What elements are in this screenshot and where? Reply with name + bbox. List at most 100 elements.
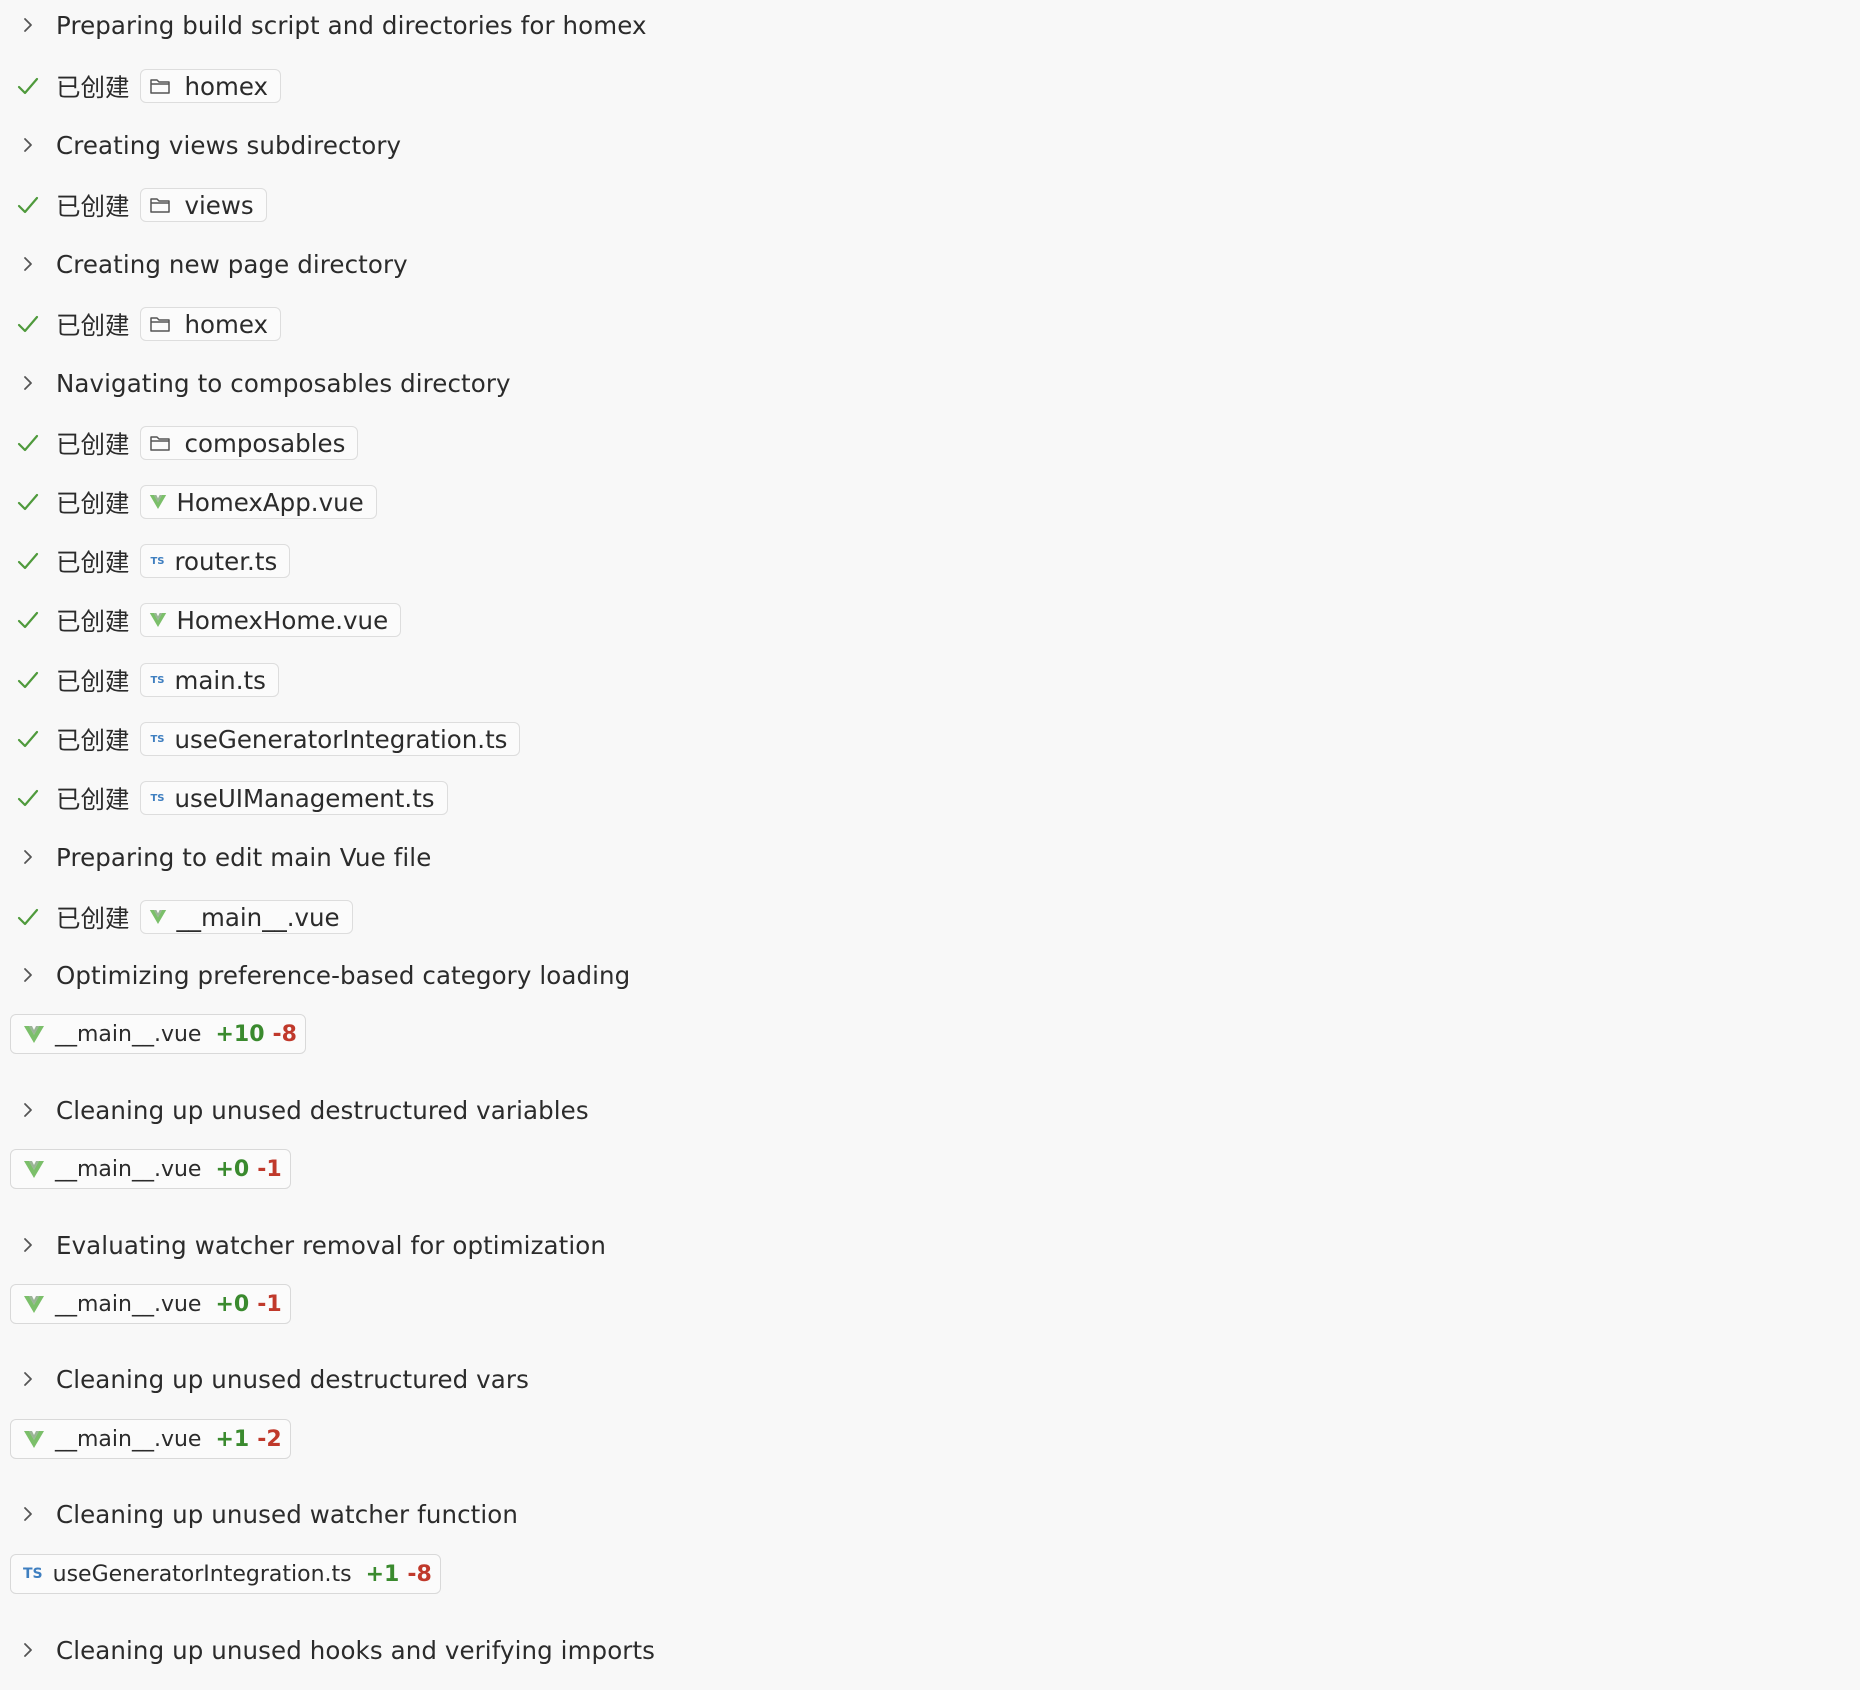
- step-row[interactable]: Navigating to composables directory: [0, 363, 511, 403]
- step-row[interactable]: Cleaning up unused destructured variable…: [0, 1090, 589, 1130]
- vue-file-icon: [149, 612, 167, 628]
- lines-removed: -8: [272, 1021, 297, 1047]
- created-label: 已创建: [56, 310, 130, 340]
- file-name: useGeneratorIntegration.ts: [174, 724, 508, 754]
- file-chip[interactable]: homex: [139, 307, 282, 341]
- chevron-right-icon[interactable]: [0, 955, 56, 995]
- folder-icon: [149, 314, 171, 334]
- file-name: homex: [184, 309, 269, 339]
- checkmark-icon: [0, 778, 56, 818]
- created-row: 已创建 homex: [0, 304, 282, 344]
- created-row: 已创建 composables: [0, 423, 359, 463]
- created-label: 已创建: [56, 488, 130, 518]
- vue-file-icon: [23, 1295, 45, 1314]
- step-label: Creating views subdirectory: [56, 130, 402, 160]
- file-chip[interactable]: composables: [139, 426, 359, 460]
- created-label: 已创建: [56, 903, 130, 933]
- lines-added: +10: [215, 1021, 265, 1047]
- lines-removed: -8: [407, 1561, 432, 1587]
- step-label: Cleaning up unused watcher function: [56, 1499, 519, 1529]
- vue-file-icon: [23, 1430, 45, 1449]
- created-row: 已创建 HomexApp.vue: [0, 482, 377, 522]
- created-label: 已创建: [56, 429, 130, 459]
- chevron-right-icon[interactable]: [0, 837, 56, 877]
- step-label: Preparing build script and directories f…: [56, 10, 647, 40]
- file-name: composables: [184, 428, 346, 458]
- created-row: 已创建 views: [0, 185, 267, 225]
- step-label: Cleaning up unused destructured variable…: [56, 1095, 589, 1125]
- file-chip[interactable]: HomexHome.vue: [139, 603, 402, 637]
- file-chip[interactable]: homex: [139, 69, 282, 103]
- lines-added: +0: [215, 1156, 250, 1182]
- lines-added: +1: [365, 1561, 400, 1587]
- created-label: 已创建: [56, 666, 130, 696]
- folder-icon: [149, 76, 171, 96]
- checkmark-icon: [0, 600, 56, 640]
- file-diff-chip[interactable]: TS useGeneratorIntegration.ts +1 -8: [10, 1554, 441, 1594]
- file-name: __main__.vue: [176, 902, 340, 932]
- file-diff-chip[interactable]: __main__.vue +0 -1: [10, 1284, 291, 1324]
- file-name: __main__.vue: [55, 1291, 202, 1317]
- step-row[interactable]: Creating views subdirectory: [0, 125, 401, 165]
- step-row[interactable]: Cleaning up unused watcher function: [0, 1494, 518, 1534]
- checkmark-icon: [0, 719, 56, 759]
- file-chip[interactable]: __main__.vue: [139, 900, 353, 934]
- file-chip[interactable]: TS router.ts: [139, 544, 291, 578]
- file-diff-chip[interactable]: __main__.vue +1 -2: [10, 1419, 291, 1459]
- chevron-right-icon[interactable]: [0, 244, 56, 284]
- edit-row: __main__.vue +10 -8: [10, 1013, 306, 1055]
- file-name: router.ts: [174, 546, 278, 576]
- file-chip[interactable]: TS useGeneratorIntegration.ts: [139, 722, 521, 756]
- chevron-right-icon[interactable]: [0, 363, 56, 403]
- file-name: HomexHome.vue: [176, 605, 389, 635]
- chevron-right-icon[interactable]: [0, 1359, 56, 1399]
- file-name: homex: [184, 71, 269, 101]
- agent-activity-feed: Preparing build script and directories f…: [0, 0, 1860, 1690]
- created-row: 已创建 TS main.ts: [0, 660, 279, 700]
- created-row: 已创建 TS router.ts: [0, 541, 291, 581]
- step-row[interactable]: Evaluating watcher removal for optimizat…: [0, 1225, 606, 1265]
- created-label: 已创建: [56, 72, 130, 102]
- chevron-right-icon[interactable]: [0, 125, 56, 165]
- file-chip[interactable]: TS useUIManagement.ts: [139, 781, 448, 815]
- step-row[interactable]: Optimizing preference-based category loa…: [0, 955, 630, 995]
- step-label: Creating new page directory: [56, 249, 408, 279]
- chevron-right-icon[interactable]: [0, 1225, 56, 1265]
- ts-file-icon: TS: [150, 792, 165, 804]
- chevron-right-icon[interactable]: [0, 1494, 56, 1534]
- edit-row: __main__.vue +1 -2: [10, 1418, 291, 1460]
- checkmark-icon: [0, 541, 56, 581]
- file-chip[interactable]: views: [139, 188, 267, 222]
- file-diff-chip[interactable]: __main__.vue +10 -8: [10, 1014, 306, 1054]
- chevron-right-icon[interactable]: [0, 1090, 56, 1130]
- lines-added: +1: [215, 1426, 250, 1452]
- ts-file-icon: TS: [23, 1566, 43, 1582]
- edit-row: __main__.vue +0 -1: [10, 1283, 291, 1325]
- step-row[interactable]: Cleaning up unused destructured vars: [0, 1359, 529, 1399]
- step-label: Preparing to edit main Vue file: [56, 842, 432, 872]
- checkmark-icon: [0, 66, 56, 106]
- edit-row: TS useGeneratorIntegration.ts +1 -8: [10, 1553, 441, 1595]
- vue-file-icon: [23, 1025, 45, 1044]
- created-label: 已创建: [56, 606, 130, 636]
- checkmark-icon: [0, 185, 56, 225]
- chevron-right-icon[interactable]: [0, 5, 56, 45]
- vue-file-icon: [149, 494, 167, 510]
- step-row[interactable]: Preparing to edit main Vue file: [0, 837, 431, 877]
- created-row: 已创建 homex: [0, 66, 282, 106]
- lines-removed: -1: [257, 1156, 282, 1182]
- ts-file-icon: TS: [150, 555, 165, 567]
- step-row[interactable]: Preparing build script and directories f…: [0, 5, 647, 45]
- folder-icon: [149, 433, 171, 453]
- folder-icon: [149, 195, 171, 215]
- step-label: Cleaning up unused destructured vars: [56, 1364, 529, 1394]
- file-chip[interactable]: HomexApp.vue: [139, 485, 377, 519]
- step-row[interactable]: Cleaning up unused hooks and verifying i…: [0, 1630, 655, 1670]
- file-diff-chip[interactable]: __main__.vue +0 -1: [10, 1149, 291, 1189]
- file-name: __main__.vue: [55, 1156, 202, 1182]
- step-label: Cleaning up unused hooks and verifying i…: [56, 1635, 656, 1665]
- checkmark-icon: [0, 423, 56, 463]
- file-chip[interactable]: TS main.ts: [139, 663, 279, 697]
- step-row[interactable]: Creating new page directory: [0, 244, 408, 284]
- chevron-right-icon[interactable]: [0, 1630, 56, 1670]
